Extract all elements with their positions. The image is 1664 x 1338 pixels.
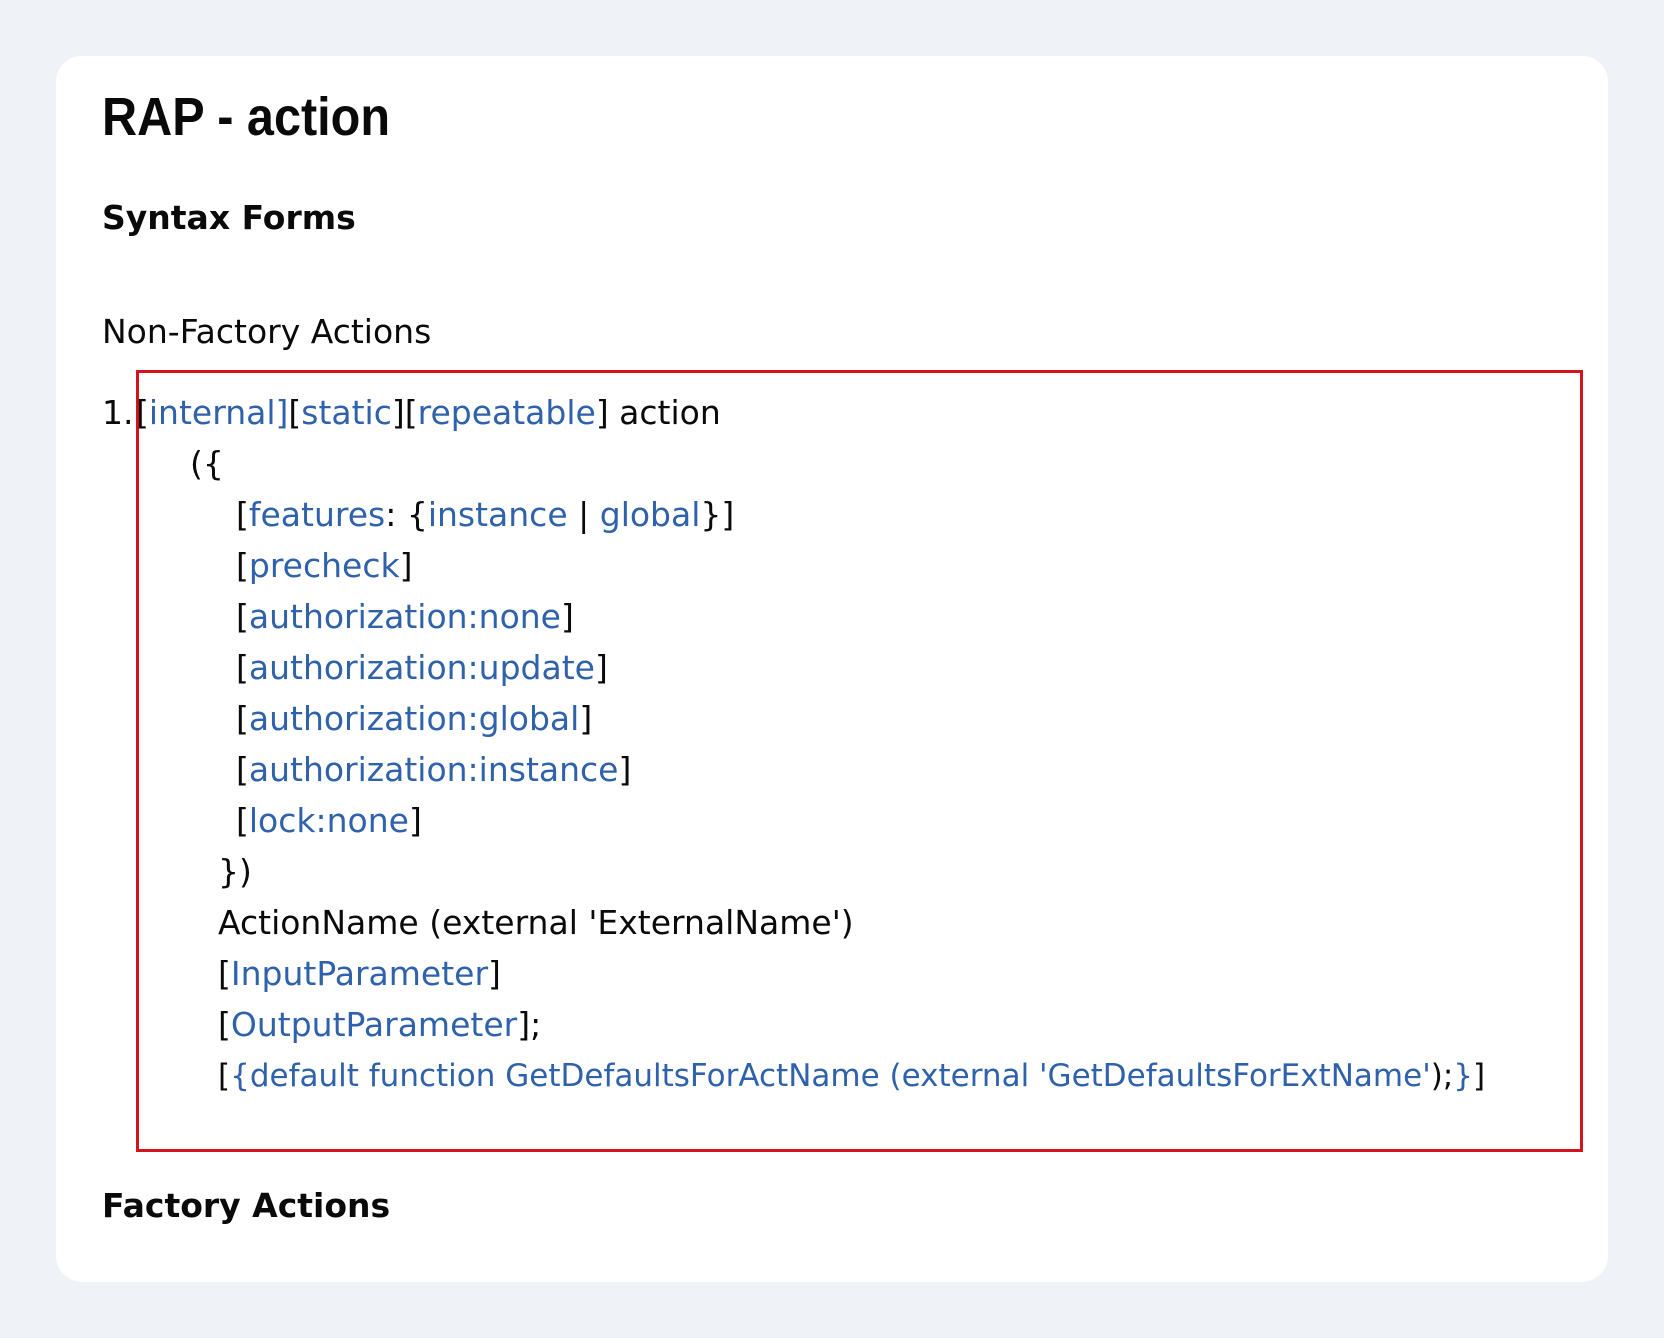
bracket: ] [594, 648, 608, 687]
syntax-line-precheck: [precheck] [236, 539, 412, 593]
paren-semicolon: ); [1430, 1058, 1454, 1094]
pipe-separator: | [567, 495, 600, 534]
syntax-line-authorization-global: [authorization:global] [236, 692, 592, 746]
syntax-line-authorization-update: [authorization:update] [236, 641, 608, 695]
bracket: ] [561, 597, 574, 636]
list-number: 1. [102, 393, 134, 432]
syntax-line-close-paren: }) [218, 852, 252, 891]
bracket: ]; [517, 1005, 542, 1044]
syntax-line-default-function: [{default function GetDefaultsForActName… [218, 1049, 1485, 1103]
bracket: ] [1473, 1058, 1486, 1094]
keyword-authorization-update[interactable]: authorization:update [249, 648, 595, 687]
bracket: ] [579, 699, 593, 738]
features-colon: : { [385, 495, 428, 534]
bracket: ] [399, 546, 413, 585]
syntax-line-action: [internal][static][repeatable] action [136, 386, 721, 440]
keyword-lock-none[interactable]: lock:none [249, 801, 409, 840]
bracket: [ [218, 1005, 231, 1044]
page-title: RAP - action [102, 87, 391, 147]
keyword-default-function[interactable]: {default function GetDefaultsForActName … [230, 1058, 1431, 1094]
section-heading-syntax-forms: Syntax Forms [102, 198, 356, 237]
action-text: ] action [595, 393, 721, 432]
bracket: }] [700, 495, 735, 534]
bracket: [ [236, 801, 249, 840]
syntax-line-action-name: ActionName (external 'ExternalName') [218, 903, 854, 942]
keyword-instance[interactable]: instance [428, 495, 568, 534]
syntax-line-authorization-instance: [authorization:instance] [236, 743, 631, 797]
keyword-global[interactable]: global [600, 495, 701, 534]
keyword-authorization-global[interactable]: authorization:global [249, 699, 579, 738]
bracket: [ [236, 648, 249, 687]
bracket: [ [236, 699, 249, 738]
bracket: ][ [391, 393, 418, 432]
keyword-repeatable[interactable]: repeatable [418, 393, 596, 432]
syntax-line-open-paren: ({ [190, 444, 224, 483]
keyword-input-parameter[interactable]: InputParameter [231, 954, 488, 993]
keyword-output-parameter[interactable]: OutputParameter [231, 1005, 517, 1044]
subheading-non-factory-actions: Non-Factory Actions [102, 312, 432, 351]
keyword-authorization-instance[interactable]: authorization:instance [249, 750, 619, 789]
bracket: ] [618, 750, 632, 789]
syntax-line-input-parameter: [InputParameter] [218, 947, 501, 1001]
syntax-line-authorization-none: [authorization:none] [236, 590, 574, 644]
content-card: RAP - action Syntax Forms Non-Factory Ac… [56, 56, 1608, 1282]
keyword-internal[interactable]: internal] [149, 393, 289, 432]
syntax-line-features: [features: {instance | global}] [236, 488, 734, 542]
bracket: [ [236, 495, 249, 534]
bracket: [ [236, 750, 249, 789]
bracket: [ [218, 954, 231, 993]
bracket: ] [488, 954, 501, 993]
keyword-static[interactable]: static [301, 393, 392, 432]
keyword-precheck[interactable]: precheck [249, 546, 400, 585]
bracket: [ [288, 393, 302, 432]
bracket: [ [236, 597, 249, 636]
keyword-close-brace[interactable]: } [1453, 1058, 1473, 1094]
keyword-authorization-none[interactable]: authorization:none [249, 597, 561, 636]
bracket: [ [218, 1058, 231, 1094]
syntax-line-lock-none: [lock:none] [236, 794, 422, 848]
keyword-features[interactable]: features [249, 495, 385, 534]
bracket: [ [136, 393, 149, 432]
syntax-line-output-parameter: [OutputParameter]; [218, 998, 541, 1052]
bracket: [ [236, 546, 249, 585]
section-heading-factory-actions: Factory Actions [102, 1186, 391, 1225]
bracket: ] [408, 801, 422, 840]
